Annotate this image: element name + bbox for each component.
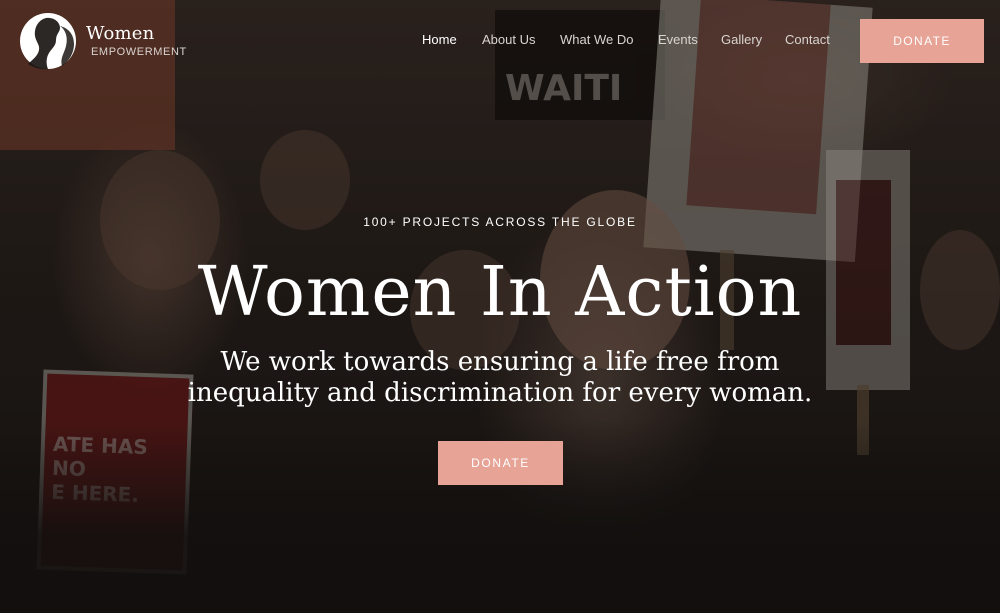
nav-item-contact[interactable]: Contact [785, 32, 830, 47]
site-header: Women EMPOWERMENT Home About Us What We … [0, 0, 1000, 85]
nav-item-home[interactable]: Home [422, 32, 457, 47]
hero-donate-button[interactable]: DONATE [438, 441, 563, 485]
hero-title: Women In Action [197, 253, 803, 332]
nav-item-about-us[interactable]: About Us [482, 32, 535, 47]
brand-subtitle: EMPOWERMENT [91, 46, 187, 58]
women-profile-logo-icon [20, 13, 76, 70]
nav-item-gallery[interactable]: Gallery [721, 32, 762, 47]
hero-kicker: 100+ PROJECTS ACROSS THE GLOBE [363, 215, 637, 229]
brand-logo[interactable]: Women EMPOWERMENT [16, 12, 186, 70]
nav-item-events[interactable]: Events [658, 32, 698, 47]
nav-item-what-we-do[interactable]: What We Do [560, 32, 633, 47]
brand-title: Women [86, 23, 155, 44]
hero-subtitle: We work towards ensuring a life free fro… [187, 347, 813, 408]
header-donate-button[interactable]: DONATE [860, 19, 984, 63]
